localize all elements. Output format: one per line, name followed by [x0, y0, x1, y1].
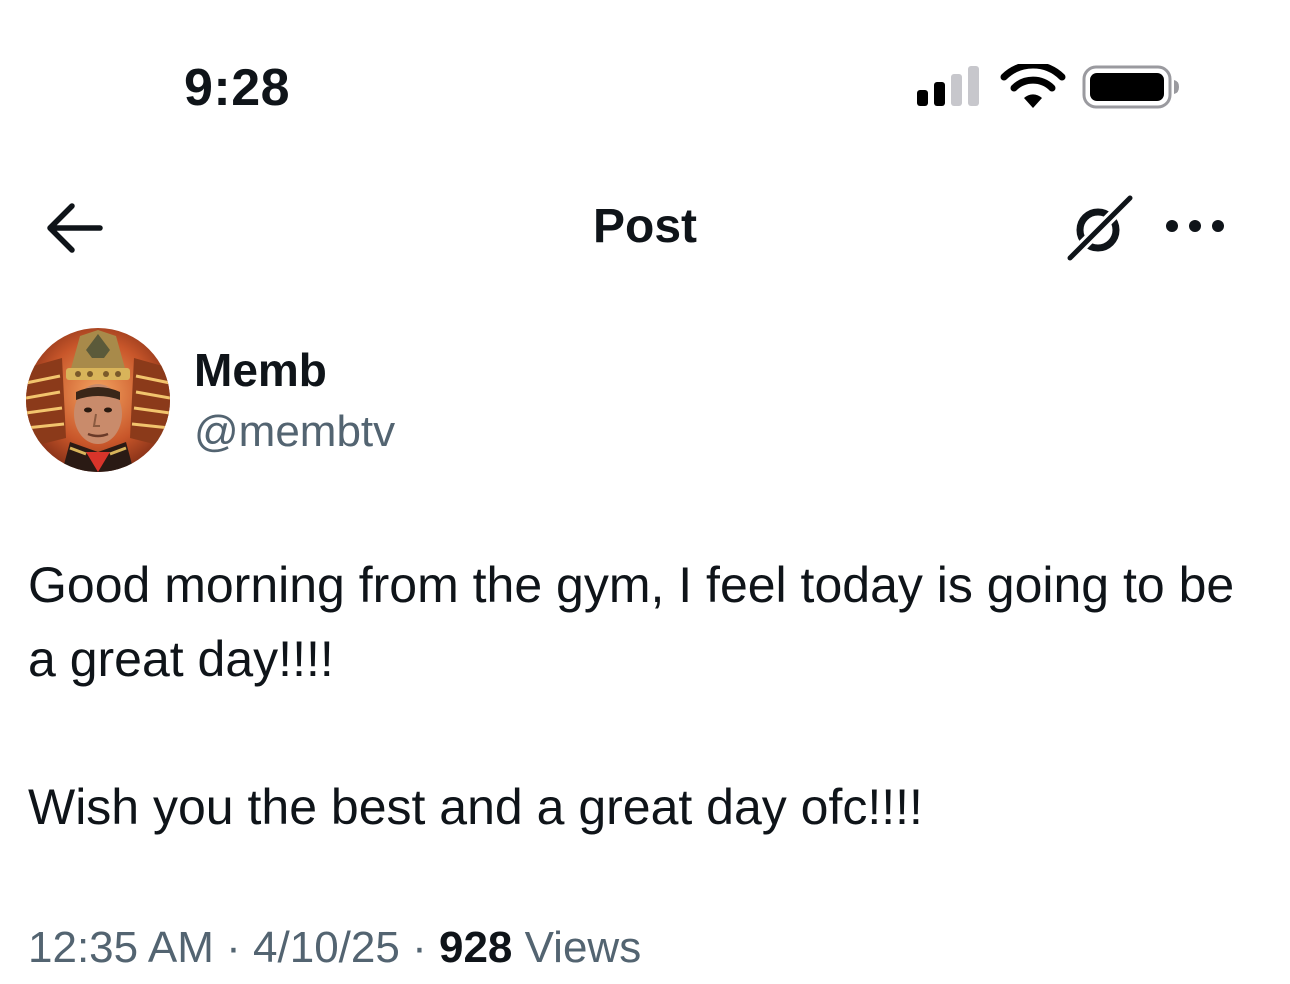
more-options-icon[interactable]	[1160, 204, 1230, 248]
post-text: Good morning from the gym, I feel today …	[28, 548, 1268, 844]
battery-icon	[1082, 65, 1179, 109]
views-label[interactable]: Views	[525, 923, 642, 972]
views-count[interactable]: 928	[439, 923, 512, 972]
grok-icon[interactable]	[1062, 190, 1138, 266]
post-meta: 12:35 AM · 4/10/25 · 928 Views	[28, 918, 641, 978]
post-paragraph: Wish you the best and a great day ofc!!!…	[28, 779, 923, 835]
post-time[interactable]: 12:35 AM	[28, 923, 214, 972]
wifi-icon	[1000, 64, 1066, 108]
post-date[interactable]: 4/10/25	[253, 923, 400, 972]
meta-separator: ·	[226, 923, 241, 972]
post-paragraph: Good morning from the gym, I feel today …	[28, 557, 1235, 687]
avatar[interactable]	[26, 328, 170, 472]
cellular-signal-icon	[917, 66, 979, 106]
author-handle[interactable]: @membtv	[194, 402, 395, 462]
post-detail-screen: 9:28 Post Memb @membtv Good morning from…	[0, 0, 1290, 984]
meta-separator: ·	[412, 923, 427, 972]
status-time: 9:28	[184, 59, 291, 117]
author-display-name[interactable]: Memb	[194, 340, 327, 400]
